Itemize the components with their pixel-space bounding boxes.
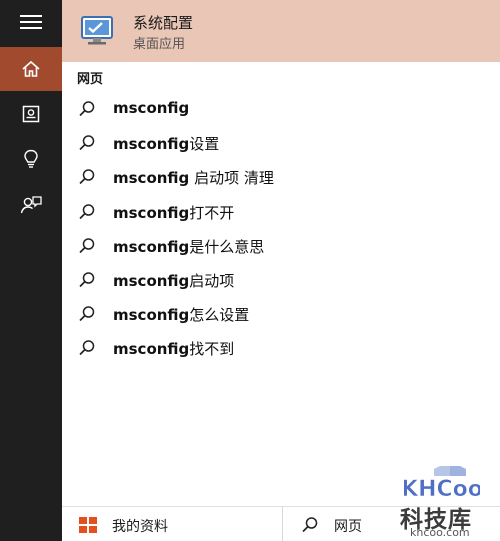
suggestion-query-bold: msconfig [113, 306, 190, 325]
web-suggestion-row[interactable]: msconfig启动项 [62, 262, 500, 296]
suggestion-query-bold: msconfig [113, 99, 190, 117]
best-match-subtitle: 桌面应用 [133, 37, 186, 52]
suggestion-completion: 是什么意思 [189, 237, 265, 256]
my-stuff-button[interactable]: 我的资料 [62, 507, 280, 541]
web-suggestion-row[interactable]: msconfig设置 [62, 125, 500, 159]
search-results-panel: 系统配置 桌面应用 网页 msconfig msconfig设置 msconfig … [62, 0, 500, 541]
suggestion-completion: 怎么设置 [189, 306, 250, 325]
web-suggestion-row[interactable]: msconfig 启动项 清理 [62, 159, 500, 193]
hamburger-menu-icon [20, 15, 42, 29]
search-icon [79, 238, 95, 253]
search-icon [302, 517, 318, 533]
web-suggestion-text: msconfig是什么意思 [113, 236, 264, 257]
suggestion-completion: 打不开 [189, 203, 235, 222]
sidebar-item-notebook[interactable] [0, 92, 62, 136]
suggestion-query-bold: msconfig [113, 203, 190, 222]
suggestion-completion: 设置 [189, 135, 220, 154]
windows-logo-icon [79, 517, 97, 533]
search-icon [79, 169, 95, 185]
khcoo-watermark: KHCoo 科技库 khcoo.com [400, 462, 496, 540]
web-suggestion-text: msconfig找不到 [113, 338, 234, 359]
search-icon [79, 101, 95, 117]
search-icon [79, 203, 95, 219]
suggestion-query-bold: msconfig [113, 135, 190, 154]
web-suggestion-row[interactable]: msconfig怎么设置 [62, 296, 500, 330]
hamburger-menu-button[interactable] [0, 0, 62, 44]
sidebar-item-reminders[interactable] [0, 137, 62, 181]
web-search-label: 网页 [334, 519, 362, 535]
svg-text:KHCoo: KHCoo [404, 477, 480, 500]
suggestion-query-bold: msconfig [113, 340, 190, 359]
web-suggestion-row[interactable]: msconfig打不开 [62, 194, 500, 228]
search-icon [79, 272, 95, 288]
search-icon [79, 340, 95, 356]
sidebar-item-home[interactable] [0, 47, 62, 91]
search-icon [79, 306, 95, 322]
best-match-title: 系统配置 [133, 14, 194, 32]
my-stuff-label: 我的资料 [112, 519, 168, 535]
notebook-icon [22, 105, 40, 123]
web-suggestion-text: msconfig 启动项 清理 [113, 167, 274, 188]
suggestion-completion: 启动项 清理 [189, 169, 274, 188]
web-suggestion-row[interactable]: msconfig找不到 [62, 330, 500, 364]
web-suggestion-row[interactable]: msconfig是什么意思 [62, 228, 500, 262]
suggestion-query-bold: msconfig [113, 272, 190, 290]
watermark-url: khcoo.com [410, 526, 470, 539]
suggestion-query-bold: msconfig [113, 237, 190, 256]
khcoo-logo: KHCoo [404, 466, 480, 500]
web-suggestion-row[interactable]: msconfig [62, 91, 500, 125]
web-section-heading: 网页 [77, 72, 104, 87]
cortana-sidebar [0, 0, 62, 541]
best-match-result[interactable]: 系统配置 桌面应用 [62, 0, 500, 62]
web-suggestion-text: msconfig启动项 [113, 270, 234, 291]
sidebar-item-feedback[interactable] [0, 183, 62, 227]
web-suggestion-text: msconfig怎么设置 [113, 304, 249, 325]
search-icon [79, 135, 95, 151]
feedback-icon [20, 196, 42, 214]
web-suggestion-text: msconfig打不开 [113, 202, 234, 223]
home-icon [22, 60, 40, 77]
suggestion-completion: 找不到 [189, 340, 235, 359]
suggestion-query-bold: msconfig [113, 169, 190, 188]
web-suggestion-text: msconfig [113, 99, 189, 117]
system-configuration-icon [81, 16, 113, 45]
suggestion-completion: 启动项 [189, 272, 235, 290]
lightbulb-icon [24, 149, 38, 168]
web-suggestion-text: msconfig设置 [113, 133, 219, 154]
